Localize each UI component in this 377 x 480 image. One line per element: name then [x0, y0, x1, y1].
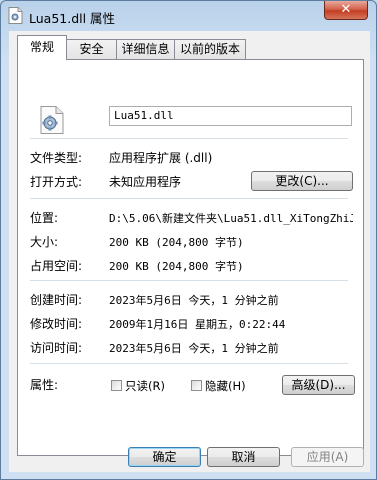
accessed-label: 访问时间:: [30, 341, 83, 355]
tab-details[interactable]: 详细信息: [116, 39, 175, 59]
file-type-value: 应用程序扩展 (.dll): [109, 151, 213, 165]
change-button[interactable]: 更改(C)...: [251, 171, 353, 191]
opens-with-value: 未知应用程序: [109, 175, 182, 189]
divider: [30, 138, 348, 139]
accessed-value: 2023年5月6日 今天，1 分钟之前: [109, 342, 279, 355]
close-button[interactable]: ✕: [324, 1, 368, 20]
size-label: 大小:: [30, 235, 59, 249]
readonly-checkbox[interactable]: [111, 380, 122, 391]
advanced-button[interactable]: 高级(D)...: [282, 375, 355, 395]
divider: [30, 198, 348, 199]
dialog-client: 常规 安全 详细信息 以前的版本 Lua51.dll 文件类型: 应用程序扩展 …: [9, 31, 370, 472]
size-on-disk-value: 200 KB (204,800 字节): [109, 260, 244, 273]
general-panel: Lua51.dll 文件类型: 应用程序扩展 (.dll) 打开方式: 未知应用…: [17, 59, 364, 456]
divider: [30, 363, 348, 364]
created-value: 2023年5月6日 今天，1 分钟之前: [109, 294, 279, 307]
readonly-label[interactable]: 只读(R): [125, 378, 165, 394]
dll-file-icon: [40, 106, 64, 134]
properties-window: Lua51.dll 属性 ✕ 常规 安全 详细信息 以前的版本 Lua51.dl…: [0, 0, 377, 480]
divider: [30, 280, 348, 281]
apply-button[interactable]: 应用(A): [291, 447, 364, 467]
location-label: 位置:: [30, 211, 59, 225]
title-bar[interactable]: Lua51.dll 属性 ✕: [1, 1, 376, 31]
hidden-checkbox[interactable]: [191, 380, 202, 391]
window-title: Lua51.dll 属性: [29, 11, 116, 26]
size-value: 200 KB (204,800 字节): [109, 236, 244, 249]
size-on-disk-label: 占用空间:: [30, 259, 83, 273]
tab-previous-versions[interactable]: 以前的版本: [174, 39, 246, 59]
cancel-button[interactable]: 取消: [207, 447, 280, 467]
modified-value: 2009年1月16日 星期五，0:22:44: [109, 318, 286, 331]
location-value: D:\5.06\新建文件夹\Lua51.dll_XiTongZhiJia: [109, 212, 353, 225]
tab-security[interactable]: 安全: [66, 39, 117, 59]
opens-with-label: 打开方式:: [30, 175, 83, 189]
tab-general[interactable]: 常规: [17, 35, 67, 60]
dll-file-icon: [8, 7, 23, 24]
filename-field[interactable]: Lua51.dll: [109, 106, 352, 126]
created-label: 创建时间:: [30, 293, 83, 307]
file-type-label: 文件类型:: [30, 151, 83, 165]
attributes-label: 属性:: [30, 378, 59, 392]
modified-label: 修改时间:: [30, 317, 83, 331]
ok-button[interactable]: 确定: [128, 447, 201, 467]
hidden-label[interactable]: 隐藏(H): [205, 378, 246, 394]
